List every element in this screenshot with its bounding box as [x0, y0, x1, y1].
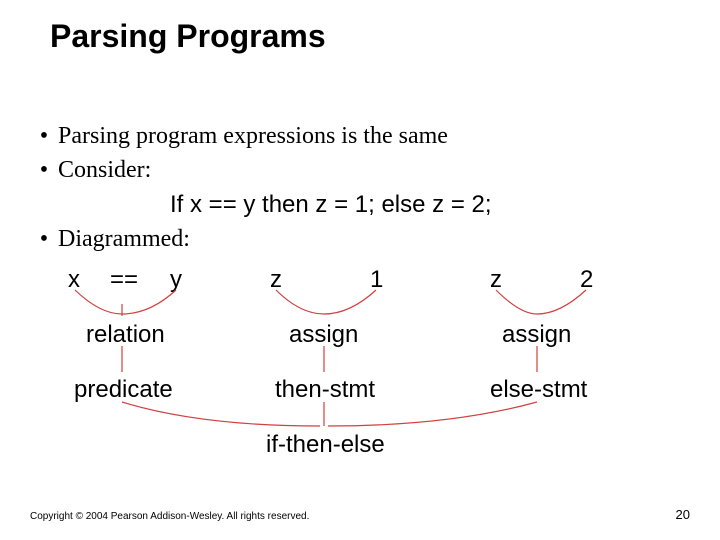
leaf-y: y	[170, 264, 182, 296]
leaf-two: 2	[580, 264, 593, 296]
bullet-dot: •	[30, 154, 58, 186]
slide-body: • Parsing program expressions is the sam…	[30, 120, 690, 484]
node-root: if-then-else	[266, 429, 385, 461]
bullet-2-text: Consider:	[58, 154, 151, 186]
node-relation: relation	[86, 319, 165, 351]
bullet-2: • Consider:	[30, 154, 690, 186]
bullet-3-text: Diagrammed:	[58, 223, 190, 255]
slide-title: Parsing Programs	[50, 18, 326, 55]
node-assign-1: assign	[289, 319, 358, 351]
copyright-footer: Copyright © 2004 Pearson Addison-Wesley.…	[30, 511, 690, 522]
leaf-z2: z	[490, 264, 502, 296]
bullet-1-text: Parsing program expressions is the same	[58, 120, 448, 152]
code-line: If x == y then z = 1; else z = 2;	[170, 189, 690, 221]
bullet-1: • Parsing program expressions is the sam…	[30, 120, 690, 152]
leaf-x: x	[68, 264, 80, 296]
node-then-stmt: then-stmt	[275, 374, 375, 406]
node-predicate: predicate	[74, 374, 173, 406]
leaf-eq: ==	[110, 264, 138, 296]
bullet-dot: •	[30, 120, 58, 152]
page-number: 20	[676, 507, 690, 522]
bullet-3: • Diagrammed:	[30, 223, 690, 255]
leaf-one: 1	[370, 264, 383, 296]
bullet-dot: •	[30, 223, 58, 255]
node-assign-2: assign	[502, 319, 571, 351]
node-else-stmt: else-stmt	[490, 374, 587, 406]
parse-diagram: x == y z 1 z 2 relation assign assign pr…	[30, 264, 690, 484]
leaf-z1: z	[270, 264, 282, 296]
